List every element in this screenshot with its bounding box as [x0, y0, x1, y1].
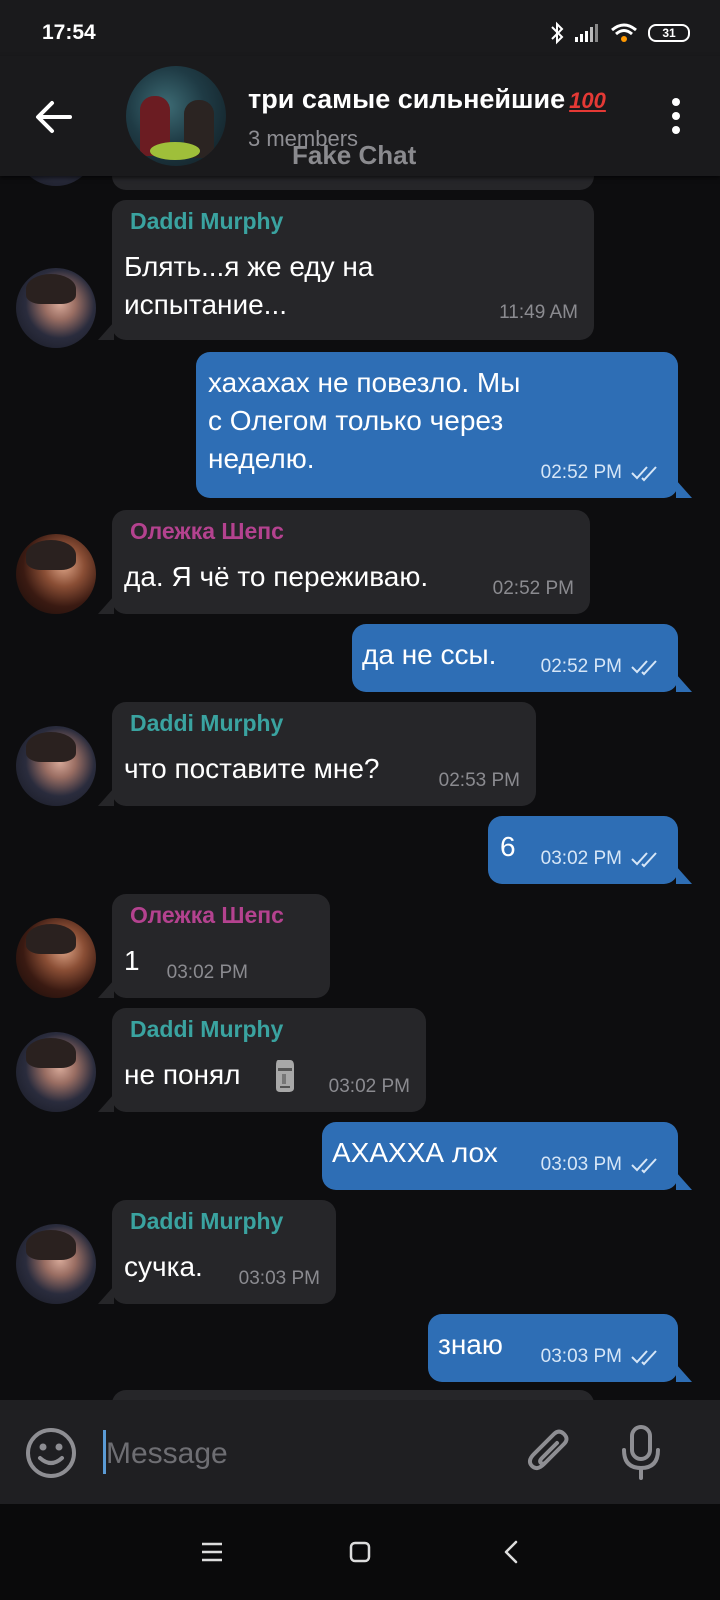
message-text: что поставите мне? [124, 753, 380, 784]
sender-avatar[interactable] [16, 1032, 96, 1112]
sender-avatar[interactable] [16, 726, 96, 806]
message-time: 03:02 PM [328, 1076, 410, 1097]
message-text: да. Я чё то переживаю. [124, 561, 429, 592]
signal-icon [575, 24, 598, 42]
watermark: Fake Chat [292, 140, 417, 170]
status-icons: 31 [550, 20, 690, 46]
message-bubble-partial [112, 1390, 594, 1400]
message-bubble-incoming[interactable]: Daddi Murphy что поставите мне? 02:53 PM [98, 702, 536, 806]
message-bubble-partial [112, 176, 594, 190]
more-vert-icon[interactable] [664, 94, 688, 138]
message-list[interactable]: Daddi Murphy Блять...я же еду на испытан… [0, 176, 720, 1400]
sender-name[interactable]: Олежка Шепс [130, 902, 284, 929]
double-check-icon [631, 466, 657, 482]
message-text: 1 [124, 945, 140, 976]
message-text: Блять...я же еду на испытание... [124, 251, 374, 320]
avatar-partial [16, 176, 96, 186]
chat-header: три самые сильнейшие 100 3 members Fake C… [0, 56, 720, 176]
attach-icon[interactable] [524, 1426, 574, 1480]
double-check-icon [631, 660, 657, 676]
message-bubble-incoming[interactable]: Daddi Murphy сучка. 03:03 PM [98, 1200, 336, 1304]
status-bar: 17:54 31 [0, 0, 720, 56]
wifi-icon [611, 23, 637, 42]
sender-name[interactable]: Олежка Шепс [130, 518, 284, 545]
message-input[interactable] [104, 1428, 488, 1480]
message-time: 02:52 PM [540, 656, 622, 677]
message-time: 03:02 PM [540, 848, 622, 869]
double-check-icon [631, 1350, 657, 1366]
message-bubble-outgoing[interactable]: АХАХХА лох 03:03 PM [322, 1122, 692, 1190]
message-time: 03:03 PM [540, 1346, 622, 1367]
status-time: 17:54 [42, 21, 96, 44]
bluetooth-icon [551, 21, 564, 45]
message-text: сучка. [124, 1251, 203, 1282]
message-text: да не ссы. [362, 639, 497, 670]
sender-avatar[interactable] [16, 268, 96, 348]
double-check-icon [631, 852, 657, 868]
message-text: знаю [438, 1329, 503, 1360]
message-text: не понял [124, 1059, 241, 1090]
sender-avatar[interactable] [16, 918, 96, 998]
message-bubble-outgoing[interactable]: 6 03:02 PM [488, 816, 692, 884]
system-nav-bar [0, 1504, 720, 1600]
sender-avatar[interactable] [16, 1224, 96, 1304]
moai-emoji-icon [276, 1060, 294, 1092]
emoji-icon[interactable] [24, 1426, 78, 1480]
message-bubble-outgoing[interactable]: да не ссы. 02:52 PM [352, 624, 692, 692]
sender-avatar[interactable] [16, 534, 96, 614]
chat-title[interactable]: три самые сильнейшие 100 [248, 84, 606, 115]
message-time: 03:03 PM [238, 1268, 320, 1289]
sender-name[interactable]: Daddi Murphy [130, 208, 283, 235]
message-time: 02:53 PM [438, 770, 520, 791]
message-time: 02:52 PM [540, 462, 622, 483]
message-composer [0, 1400, 720, 1504]
message-text: АХАХХА лох [332, 1137, 498, 1168]
home-icon[interactable] [342, 1534, 378, 1570]
mic-icon[interactable] [618, 1424, 664, 1482]
back-arrow-icon[interactable] [30, 93, 78, 141]
message-bubble-incoming[interactable]: Олежка Шепс 1 03:02 PM [98, 894, 330, 998]
double-check-icon [631, 1158, 657, 1174]
sender-name[interactable]: Daddi Murphy [130, 710, 283, 737]
message-text: хахахах не повезло. Мы с Олегом только ч… [208, 367, 521, 474]
chat-title-text: три самые сильнейшие [248, 84, 566, 114]
sender-name[interactable]: Daddi Murphy [130, 1208, 283, 1235]
message-time: 03:03 PM [540, 1154, 622, 1175]
hundred-points-emoji-icon: 100 [569, 88, 606, 113]
message-bubble-incoming[interactable]: Daddi Murphy Блять...я же еду на испытан… [98, 200, 594, 340]
message-bubble-incoming[interactable]: Daddi Murphy не понял 03:02 PM [98, 1008, 426, 1112]
message-text: 6 [500, 831, 516, 862]
sender-name[interactable]: Daddi Murphy [130, 1016, 283, 1043]
group-avatar[interactable] [126, 66, 226, 166]
battery-indicator: 31 [648, 24, 690, 42]
message-time: 11:49 AM [499, 302, 578, 323]
message-bubble-outgoing[interactable]: знаю 03:03 PM [428, 1314, 692, 1382]
message-time: 03:02 PM [166, 962, 248, 983]
message-bubble-outgoing[interactable]: хахахах не повезло. Мы с Олегом только ч… [196, 352, 692, 498]
recents-menu-icon[interactable] [194, 1534, 230, 1570]
message-time: 02:52 PM [492, 578, 574, 599]
message-bubble-incoming[interactable]: Олежка Шепс да. Я чё то переживаю. 02:52… [98, 510, 590, 614]
back-nav-icon[interactable] [494, 1534, 530, 1570]
